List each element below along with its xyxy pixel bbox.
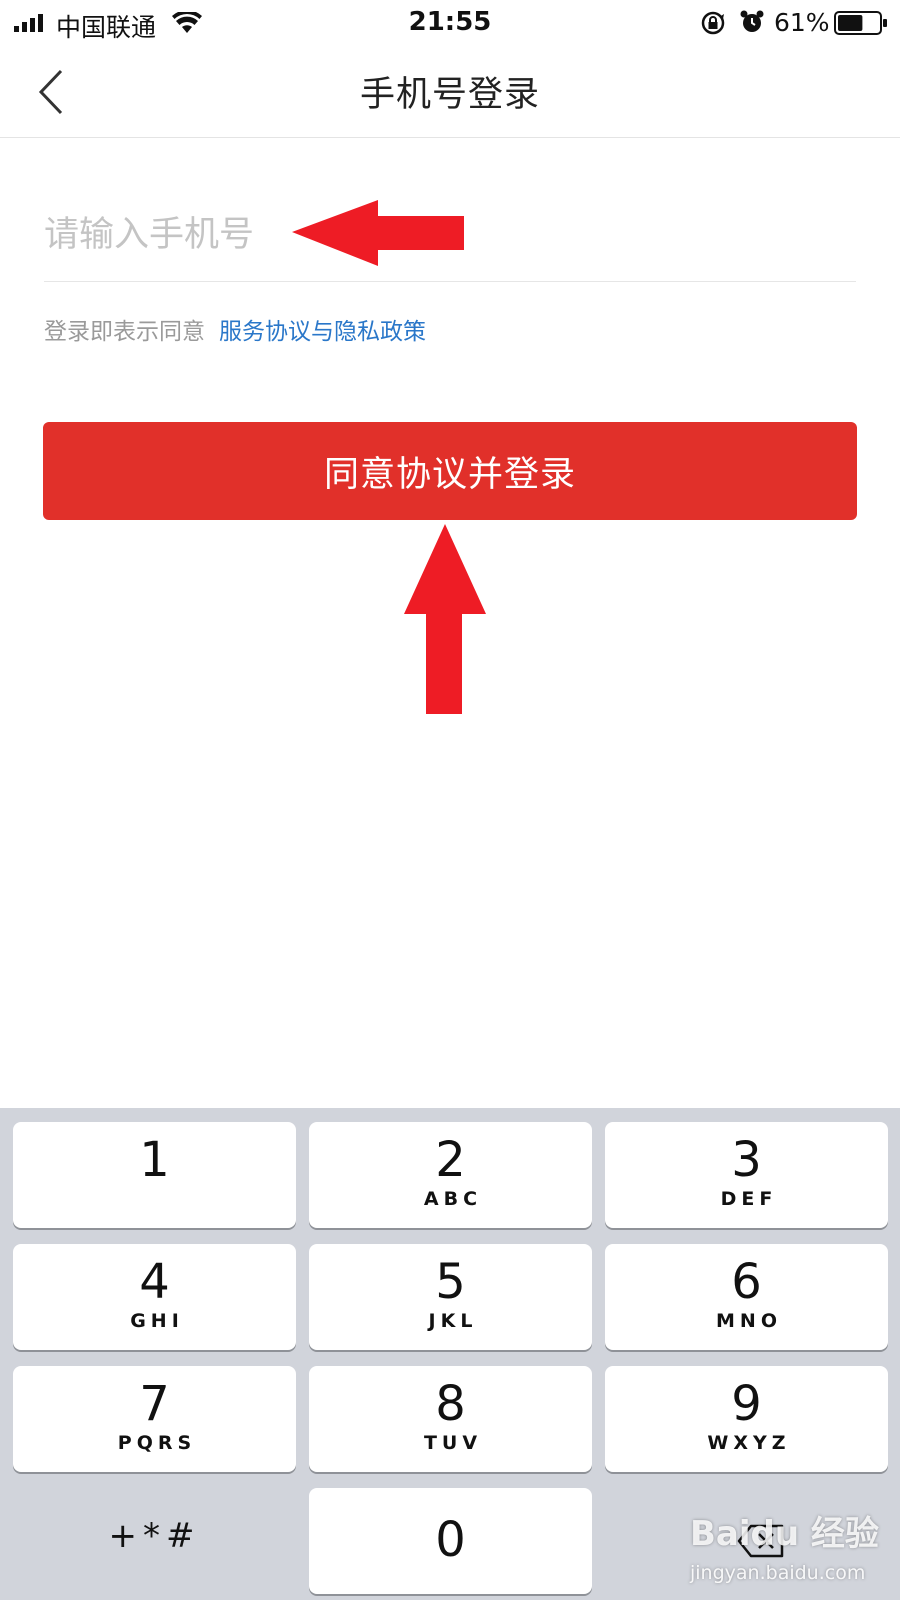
key-letters: WXYZ <box>707 1432 791 1454</box>
key-5[interactable]: 5 JKL <box>309 1244 592 1350</box>
agree-and-login-button[interactable]: 同意协议并登录 <box>43 422 857 520</box>
orientation-lock-icon <box>701 11 725 35</box>
key-letters: MNO <box>716 1310 782 1332</box>
symbols-key[interactable]: +*# <box>13 1488 296 1594</box>
key-7[interactable]: 7 PQRS <box>13 1366 296 1472</box>
annotation-arrow-up-icon <box>404 524 486 714</box>
key-digit: 5 <box>435 1254 466 1310</box>
annotation-arrow-left-icon <box>292 200 464 266</box>
page-title: 手机号登录 <box>359 75 540 115</box>
battery-percent: 61% <box>774 8 830 37</box>
key-letters: ABC <box>423 1188 483 1210</box>
key-digit: 8 <box>435 1376 466 1432</box>
key-3[interactable]: 3 DEF <box>605 1122 888 1228</box>
key-9[interactable]: 9 WXYZ <box>605 1366 888 1472</box>
key-digit: 3 <box>731 1132 762 1188</box>
alarm-clock-icon <box>740 10 764 32</box>
symbols-label: +*# <box>108 1516 201 1556</box>
terms-privacy-link[interactable]: 服务协议与隐私政策 <box>219 319 426 345</box>
key-4[interactable]: 4 GHI <box>13 1244 296 1350</box>
nav-bar: 手机号登录 <box>0 46 900 138</box>
agreement-text: 登录即表示同意 <box>44 319 205 345</box>
battery-icon <box>834 11 887 35</box>
key-letters: GHI <box>130 1310 184 1332</box>
key-digit: 6 <box>731 1254 762 1310</box>
key-1[interactable]: 1 <box>13 1122 296 1228</box>
key-2[interactable]: 2 ABC <box>309 1122 592 1228</box>
key-letters: JKL <box>428 1310 478 1332</box>
backspace-icon <box>737 1524 784 1558</box>
key-0[interactable]: 0 <box>309 1488 592 1594</box>
key-8[interactable]: 8 TUV <box>309 1366 592 1472</box>
status-bar: 中国联通 21:55 61% <box>0 0 900 46</box>
key-digit: 1 <box>139 1132 170 1188</box>
key-digit: 0 <box>435 1512 466 1568</box>
key-letters: TUV <box>423 1432 483 1454</box>
numeric-keypad: 1 2 ABC 3 DEF 4 GHI 5 JKL 6 MNO 7 PQRS 8 TUV 9W… <box>0 1108 900 1600</box>
status-time: 21:55 <box>408 7 492 37</box>
key-letters: DEF <box>720 1188 778 1210</box>
key-digit: 2 <box>435 1132 466 1188</box>
key-digit: 4 <box>139 1254 170 1310</box>
key-letters: PQRS <box>117 1432 197 1454</box>
key-6[interactable]: 6 MNO <box>605 1244 888 1350</box>
agreement-notice: 登录即表示同意 服务协议与隐私政策 <box>44 312 426 346</box>
delete-key[interactable] <box>605 1488 888 1594</box>
key-digit: 9 <box>731 1376 762 1432</box>
key-digit: 7 <box>139 1376 170 1432</box>
